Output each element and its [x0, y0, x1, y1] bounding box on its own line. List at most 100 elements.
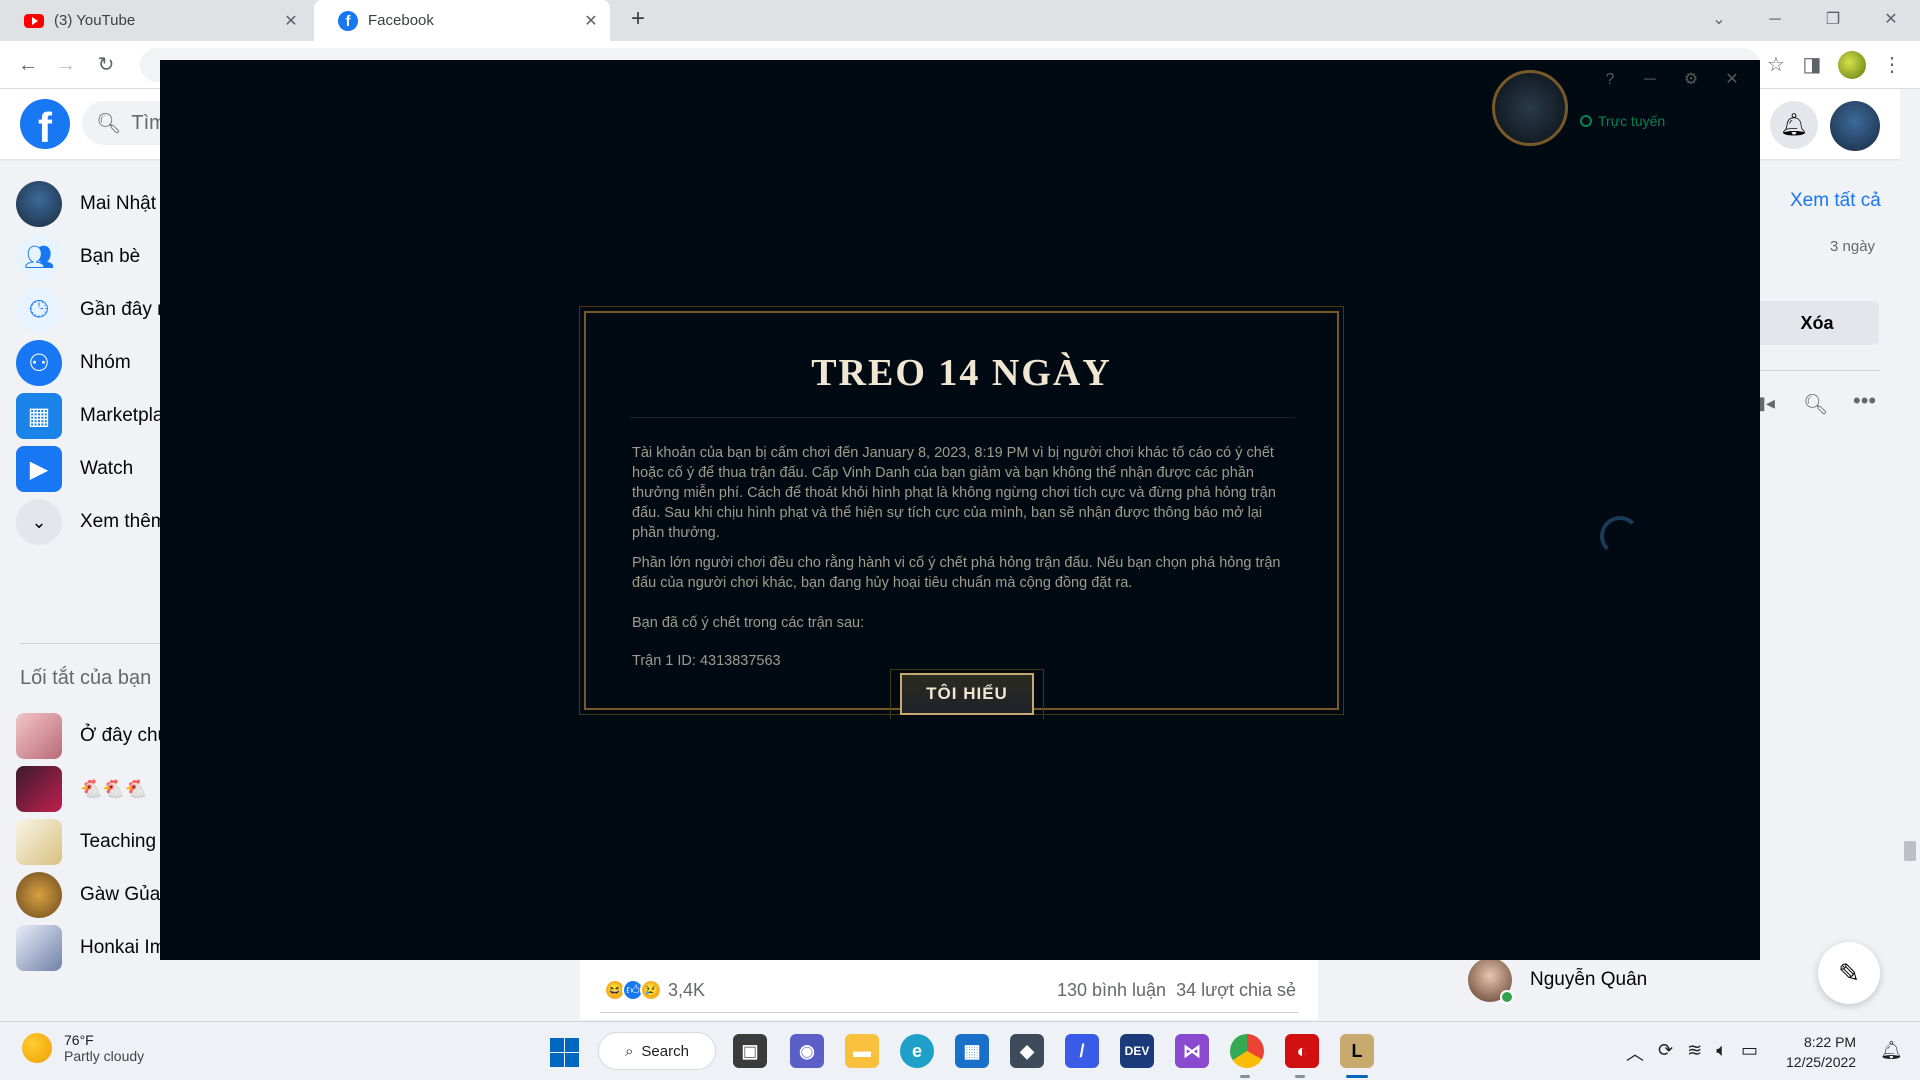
match-id: Trận 1 ID: 4313837563: [632, 653, 781, 669]
restore-button[interactable]: ❐: [1818, 6, 1848, 34]
forward-icon[interactable]: →: [52, 51, 80, 79]
reload-icon[interactable]: ↻: [92, 51, 120, 79]
battery-icon[interactable]: ▭: [1741, 1040, 1758, 1066]
new-tab-button[interactable]: +: [626, 7, 650, 32]
facebook-logo[interactable]: f: [20, 99, 70, 149]
chrome-icon[interactable]: [1230, 1034, 1264, 1068]
sad-reaction-icon: 😢: [640, 979, 662, 1001]
shortcut-item[interactable]: 🐔🐔🐔: [16, 764, 147, 814]
shortcut-item[interactable]: Teaching: [16, 817, 156, 867]
see-all-link[interactable]: Xem tất cả: [1790, 190, 1881, 212]
profile-emblem[interactable]: [1492, 70, 1568, 146]
league-of-legends-icon[interactable]: L: [1340, 1034, 1374, 1068]
divider: [600, 1012, 1298, 1013]
start-windows-icon[interactable]: [548, 1036, 580, 1068]
sidebar-item-recent[interactable]: 🕒︎ Gần đây n: [16, 285, 160, 335]
back-icon[interactable]: ←: [14, 51, 42, 79]
settings-gear-icon[interactable]: ⚙: [1679, 68, 1703, 92]
scrollbar-thumb[interactable]: [1904, 841, 1916, 861]
share-count[interactable]: 34 lượt chia sẻ: [1176, 980, 1296, 1001]
youtube-icon: [24, 13, 44, 28]
windows-taskbar: 76°F Partly cloudy ⌕ Search ▣ ◉ ▬ e ▦ ◆ …: [0, 1021, 1920, 1080]
shortcut-item[interactable]: Ở đây chu: [16, 711, 160, 761]
close-icon[interactable]: ✕: [1720, 68, 1744, 92]
marketplace-icon: ▦: [16, 393, 62, 439]
page-scrollbar[interactable]: [1900, 89, 1920, 1019]
penalty-description: Tài khoản của bạn bị cấm chơi đến Januar…: [632, 445, 1276, 541]
close-icon[interactable]: ✕: [582, 11, 600, 31]
sidebar-item-friends[interactable]: 👥︎ Bạn bè: [16, 232, 140, 282]
tab-title: Facebook: [368, 12, 434, 29]
tab-search-icon[interactable]: ⌄: [1704, 6, 1734, 34]
menu-icon[interactable]: ⋮: [1878, 51, 1906, 79]
sidebar-item-profile[interactable]: Mai Nhật: [16, 179, 156, 229]
active-app-indicator: [1346, 1075, 1368, 1078]
taskbar-search[interactable]: ⌕ Search: [598, 1032, 716, 1070]
chevron-up-icon[interactable]: ︿: [1626, 1040, 1644, 1066]
running-indicator: [1295, 1075, 1305, 1078]
sidebar-item-label: Xem thêm: [80, 511, 160, 532]
watch-play-icon: ▶: [16, 446, 62, 492]
tab-title: (3) YouTube: [54, 12, 136, 29]
penalty-dialog: TREO 14 NGÀY Tài khoản của bạn bị cấm ch…: [584, 311, 1339, 719]
comment-count[interactable]: 130 bình luận: [1057, 980, 1166, 1001]
reactions[interactable]: 😆 👍︎ 😢: [604, 979, 662, 1001]
contact-name: Nguyễn Quân: [1530, 969, 1648, 990]
bookmark-star-icon[interactable]: ☆: [1762, 51, 1790, 79]
new-message-button[interactable]: ✎: [1818, 942, 1880, 1004]
search-icon[interactable]: 🔍︎: [1803, 392, 1828, 417]
shortcut-thumbnail: [16, 766, 62, 812]
side-panel-icon[interactable]: ◨: [1798, 51, 1826, 79]
volume-icon[interactable]: 🔈︎: [1716, 1040, 1727, 1066]
sidebar-item-see-more[interactable]: ⌄ Xem thêm: [16, 497, 160, 547]
online-status[interactable]: Trực tuyến: [1580, 113, 1665, 129]
shortcut-item[interactable]: Gàw Gủa: [16, 870, 160, 920]
sidebar-item-label: Marketpla: [80, 405, 160, 426]
help-icon[interactable]: ?: [1598, 68, 1622, 92]
edge-icon[interactable]: e: [900, 1034, 934, 1068]
delete-button[interactable]: Xóa: [1755, 301, 1879, 345]
visual-studio-icon[interactable]: ⋈: [1175, 1034, 1209, 1068]
close-window-button[interactable]: ✕: [1876, 6, 1906, 34]
chevron-down-icon: ⌄: [16, 499, 62, 545]
profile-avatar[interactable]: [1838, 51, 1866, 79]
timestamp: 3 ngày: [1830, 238, 1876, 255]
tab-facebook[interactable]: f Facebook ✕: [314, 0, 610, 41]
notifications-bell-icon[interactable]: 🔔︎: [1770, 101, 1818, 149]
friends-icon: 👥︎: [16, 234, 62, 280]
sidebar-item-marketplace[interactable]: ▦ Marketpla: [16, 391, 160, 441]
search-label: Search: [641, 1042, 689, 1060]
wifi-icon[interactable]: ≋: [1687, 1040, 1702, 1066]
devcpp-icon[interactable]: DEV: [1120, 1034, 1154, 1068]
reaction-count[interactable]: 3,4K: [668, 980, 1057, 1001]
close-icon[interactable]: ✕: [282, 11, 300, 31]
weather-widget[interactable]: 76°F Partly cloudy: [22, 1032, 144, 1064]
tab-youtube[interactable]: (3) YouTube ✕: [0, 0, 310, 41]
partly-cloudy-icon: [22, 1033, 52, 1063]
app-icon[interactable]: /: [1065, 1034, 1099, 1068]
account-avatar[interactable]: [1830, 101, 1880, 151]
file-explorer-icon[interactable]: ▬: [845, 1034, 879, 1068]
shortcut-thumbnail: [16, 872, 62, 918]
matches-heading: Bạn đã cố ý chết trong các trận sau:: [632, 615, 865, 631]
more-options-icon[interactable]: •••: [1853, 388, 1876, 414]
clock[interactable]: 8:22 PM 12/25/2022: [1786, 1032, 1856, 1072]
task-view-icon[interactable]: ▣: [733, 1034, 767, 1068]
contact-item[interactable]: Nguyễn Quân: [1468, 958, 1648, 1004]
unity-icon[interactable]: ◆: [1010, 1034, 1044, 1068]
microsoft-store-icon[interactable]: ▦: [955, 1034, 989, 1068]
community-note: Phần lớn người chơi đều cho rằng hành vi…: [632, 555, 1281, 591]
notification-bell-icon[interactable]: 🔔︎: [1880, 1040, 1903, 1061]
sidebar-item-groups[interactable]: ⚇ Nhóm: [16, 338, 131, 388]
minimize-icon[interactable]: ─: [1638, 68, 1662, 92]
minimize-button[interactable]: ─: [1760, 6, 1790, 34]
chat-bar[interactable]: [1480, 920, 1760, 960]
weather-temperature: 76°F: [64, 1032, 94, 1048]
garena-icon[interactable]: ◐: [1285, 1034, 1319, 1068]
teams-chat-icon[interactable]: ◉: [790, 1034, 824, 1068]
acknowledge-button[interactable]: TÔI HIỂU: [900, 673, 1034, 715]
status-label: Trực tuyến: [1598, 113, 1666, 129]
clock-date: 12/25/2022: [1786, 1054, 1857, 1070]
sidebar-item-watch[interactable]: ▶ Watch: [16, 444, 133, 494]
sync-icon[interactable]: ⟳: [1658, 1040, 1673, 1066]
